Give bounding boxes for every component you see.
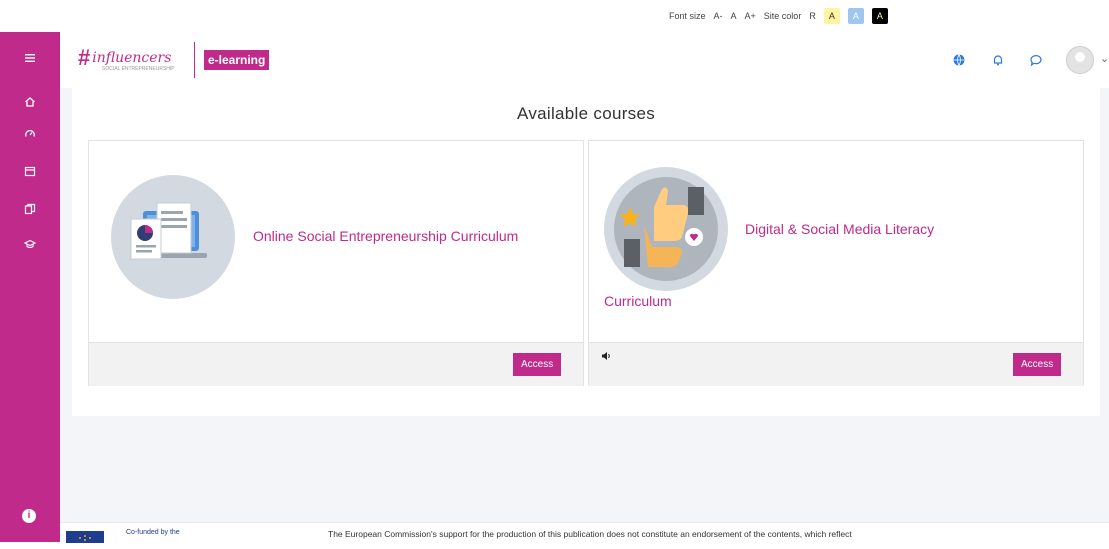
access-button[interactable]: Access	[513, 353, 562, 376]
sidebar	[0, 32, 60, 542]
course-card-footer: Access	[589, 342, 1083, 386]
accessibility-controls: Font size A- A A+ Site color R A A A	[669, 8, 888, 24]
course-image-thumbs	[604, 167, 728, 291]
course-card: Online Social Entrepreneurship Curriculu…	[88, 140, 584, 386]
calendar-icon[interactable]	[22, 165, 38, 181]
access-button[interactable]: Access	[1013, 353, 1062, 376]
disclaimer-text: The European Commission's support for th…	[328, 529, 852, 539]
logo-divider	[194, 42, 195, 78]
language-icon[interactable]	[952, 53, 966, 67]
accessibility-bar: Font size A- A A+ Site color R A A A	[0, 0, 1109, 32]
color-blue-button[interactable]: A	[847, 8, 864, 24]
font-decrease-button[interactable]: A-	[714, 11, 723, 21]
chevron-down-icon[interactable]: ⌄	[1100, 52, 1109, 65]
color-reset-button[interactable]: R	[809, 11, 816, 21]
avatar[interactable]	[1066, 46, 1094, 74]
course-title-link[interactable]: Online Social Entrepreneurship Curriculu…	[253, 228, 518, 244]
course-card-body: Online Social Entrepreneurship Curriculu…	[89, 141, 583, 341]
site-color-label: Site color	[763, 11, 802, 21]
color-black-button[interactable]: A	[871, 8, 888, 24]
hash-icon: #	[78, 45, 91, 70]
top-navbar: # influencers SOCIAL ENTREPRENEURSHIP e-…	[60, 32, 1109, 88]
font-size-label: Font size	[669, 11, 706, 21]
course-card: Digital & Social Media Literacy Curricul…	[588, 140, 1084, 386]
menu-icon[interactable]	[22, 52, 38, 68]
elearning-badge[interactable]: e-learning	[204, 50, 270, 70]
courses-panel: Available courses Online Social Entrepre…	[72, 88, 1100, 416]
chat-icon[interactable]	[1029, 53, 1043, 67]
logo-text: influencers	[92, 50, 172, 66]
course-title-link[interactable]: Digital & Social Media Literacy	[745, 221, 934, 237]
course-card-footer: Access	[89, 342, 583, 386]
bell-icon[interactable]	[991, 53, 1005, 67]
files-icon[interactable]	[22, 203, 38, 219]
course-image-documents	[111, 175, 235, 299]
home-icon[interactable]	[22, 96, 38, 112]
eu-flag-logo	[66, 531, 104, 543]
dashboard-icon[interactable]	[22, 128, 38, 144]
course-card-body: Digital & Social Media Literacy Curricul…	[589, 141, 1083, 341]
page-title: Available courses	[516, 104, 656, 123]
courses-icon[interactable]	[22, 238, 38, 254]
site-logo[interactable]: # influencers SOCIAL ENTREPRENEURSHIP	[78, 40, 188, 76]
font-normal-button[interactable]: A	[731, 11, 737, 21]
font-increase-button[interactable]: A+	[745, 11, 756, 21]
info-icon[interactable]: i	[22, 509, 36, 523]
cofunded-label: Co-funded by the	[126, 529, 180, 536]
speaker-icon[interactable]	[601, 351, 611, 364]
color-yellow-button[interactable]: A	[823, 8, 840, 24]
logo-subtext: SOCIAL ENTREPRENEURSHIP	[102, 66, 175, 72]
page-footer: Co-funded by the The European Commission…	[60, 522, 1109, 543]
course-title-link-continued[interactable]: Curriculum	[604, 293, 672, 309]
